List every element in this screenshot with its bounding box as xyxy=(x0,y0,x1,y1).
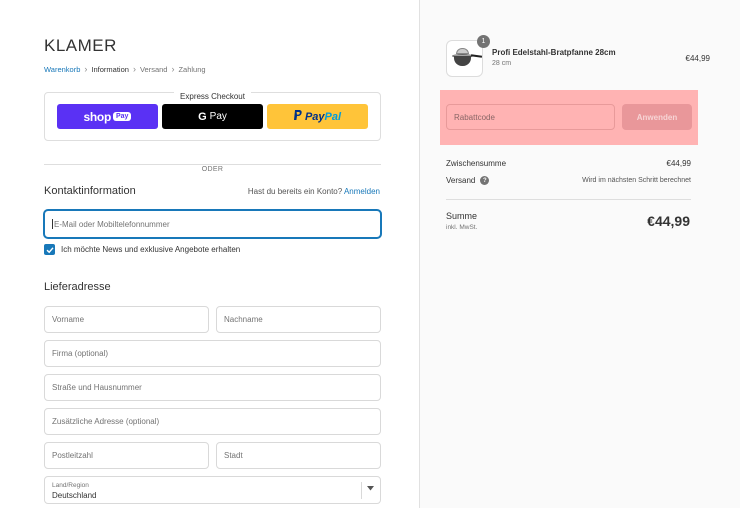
login-hint: Hast du bereits ein Konto? Anmelden xyxy=(248,187,380,196)
chevron-right-icon: › xyxy=(171,64,175,74)
address2-field[interactable]: Zusätzliche Adresse (optional) xyxy=(44,408,381,435)
company-placeholder: Firma (optional) xyxy=(52,349,109,358)
chevron-right-icon: › xyxy=(84,64,88,74)
breadcrumb-shipping: Versand xyxy=(139,64,168,74)
street-field[interactable]: Straße und Hausnummer xyxy=(44,374,381,401)
zip-placeholder: Postleitzahl xyxy=(52,451,93,460)
newsletter-label: Ich möchte News und exklusive Angebote e… xyxy=(61,245,241,254)
or-label: ODER xyxy=(195,166,230,173)
email-placeholder: E-Mail oder Mobiltelefonnummer xyxy=(54,219,170,229)
country-select[interactable]: Land/Region Deutschland xyxy=(44,476,381,504)
pan-handle-shape xyxy=(470,54,483,58)
shop-pay-word: shop xyxy=(83,109,112,124)
store-logo[interactable]: KLAMER xyxy=(44,36,117,56)
discount-section: Rabattcode Anwenden xyxy=(440,90,698,145)
paypal-word-light: Pal xyxy=(324,110,342,123)
total-tax-note: inkl. MwSt. xyxy=(446,224,478,231)
newsletter-row: Ich möchte News und exklusive Angebote e… xyxy=(44,244,240,255)
first-name-field[interactable]: Vorname xyxy=(44,306,209,333)
country-value: Deutschland xyxy=(52,491,97,500)
product-thumbnail: 1 xyxy=(446,35,490,77)
discount-placeholder: Rabattcode xyxy=(454,112,495,122)
login-prompt: Hast du bereits ein Konto? xyxy=(247,187,343,196)
street-placeholder: Straße und Hausnummer xyxy=(52,383,142,392)
city-field[interactable]: Stadt xyxy=(216,442,381,469)
checkmark-icon xyxy=(46,246,54,253)
address2-placeholder: Zusätzliche Adresse (optional) xyxy=(52,417,160,426)
order-summary: 1 Profi Edelstahl-Bratpfanne 28cm 28 cm … xyxy=(419,0,740,508)
shipping-label-group: Versand ? xyxy=(446,176,490,185)
subtotal-row: Zwischensumme €44,99 xyxy=(446,159,691,168)
last-name-field[interactable]: Nachname xyxy=(216,306,381,333)
city-placeholder: Stadt xyxy=(224,451,243,460)
paypal-word: PayPal xyxy=(305,111,341,123)
breadcrumb-cart[interactable]: Warenkorb xyxy=(44,65,80,74)
discount-input[interactable]: Rabattcode xyxy=(446,104,615,130)
summary-divider xyxy=(446,199,691,200)
shipping-row: Versand ? Wird im nächsten Schritt berec… xyxy=(446,176,691,185)
contact-title: Kontaktinformation xyxy=(44,185,136,197)
company-field[interactable]: Firma (optional) xyxy=(44,340,381,367)
country-label: Land/Region xyxy=(52,482,89,489)
total-value: €44,99 xyxy=(647,213,690,229)
shop-pay-button[interactable]: shop Pay xyxy=(57,104,158,129)
chevron-right-icon: › xyxy=(132,64,136,74)
google-pay-word: Pay xyxy=(209,111,227,122)
paypal-p-icon xyxy=(293,110,302,123)
shipping-label: Versand xyxy=(446,176,476,185)
shipping-title: Lieferadresse xyxy=(44,281,111,293)
product-name: Profi Edelstahl-Bratpfanne 28cm xyxy=(492,48,616,57)
zip-field[interactable]: Postleitzahl xyxy=(44,442,209,469)
breadcrumb-information: Information xyxy=(91,64,129,74)
or-divider: ODER xyxy=(44,158,381,173)
paypal-button[interactable]: PayPal xyxy=(267,104,368,129)
subtotal-label: Zwischensumme xyxy=(446,159,507,168)
last-name-placeholder: Nachname xyxy=(224,315,263,324)
product-price: €44,99 xyxy=(685,54,710,63)
paypal-word-dark: Pay xyxy=(304,110,325,123)
google-g-icon: G xyxy=(198,110,207,123)
pan-body-shape xyxy=(454,56,471,66)
login-link[interactable]: Anmelden xyxy=(344,187,380,196)
express-checkout-box: Express Checkout shop Pay G Pay PayPal xyxy=(44,92,381,141)
breadcrumb: Warenkorb › Information › Versand › Zahl… xyxy=(44,64,206,74)
express-checkout-title: Express Checkout xyxy=(174,92,251,101)
apply-discount-button[interactable]: Anwenden xyxy=(622,104,692,130)
subtotal-value: €44,99 xyxy=(666,159,691,168)
checkout-main: KLAMER Warenkorb › Information › Versand… xyxy=(0,0,419,508)
product-variant: 28 cm xyxy=(492,60,512,67)
first-name-placeholder: Vorname xyxy=(52,315,85,324)
help-icon[interactable]: ? xyxy=(480,176,490,185)
text-caret xyxy=(52,219,53,229)
email-input[interactable]: E-Mail oder Mobiltelefonnummer xyxy=(44,210,381,238)
google-pay-button[interactable]: G Pay xyxy=(162,104,263,129)
newsletter-checkbox[interactable] xyxy=(44,244,55,255)
chevron-down-icon xyxy=(367,486,374,493)
shop-pay-pill: Pay xyxy=(113,112,132,121)
shipping-note: Wird im nächsten Schritt berechnet xyxy=(582,177,691,184)
quantity-badge: 1 xyxy=(477,35,490,48)
breadcrumb-payment: Zahlung xyxy=(178,64,206,74)
total-label: Summe xyxy=(446,211,478,221)
product-line: 1 Profi Edelstahl-Bratpfanne 28cm 28 cm … xyxy=(446,35,710,77)
